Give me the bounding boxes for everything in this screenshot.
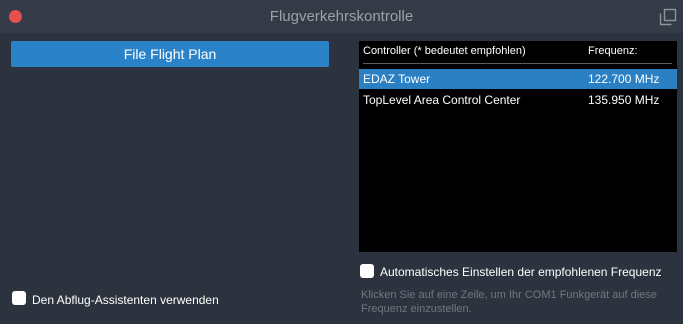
controller-row-toplevel-acc[interactable]: TopLevel Area Control Center 135.950 MHz — [359, 90, 677, 110]
controller-list[interactable]: Controller (* bedeutet empfohlen) Freque… — [359, 41, 677, 252]
help-text-line-2: Frequenz einzustellen. — [361, 303, 472, 315]
departure-assistant-checkbox[interactable] — [12, 291, 26, 305]
header-divider — [363, 63, 672, 64]
atc-window: Flugverkehrskontrolle File Flight Plan C… — [0, 0, 683, 324]
controller-frequency: 135.950 MHz — [588, 93, 660, 107]
auto-tune-checkbox[interactable] — [360, 264, 374, 278]
controller-name: EDAZ Tower — [363, 72, 431, 86]
auto-tune-label[interactable]: Automatisches Einstellen der empfohlenen… — [380, 265, 662, 279]
window-title: Flugverkehrskontrolle — [269, 8, 414, 25]
help-text: Klicken Sie auf eine Zeile, um Ihr COM1 … — [361, 288, 683, 316]
controller-row-edaz-tower[interactable]: EDAZ Tower 122.700 MHz — [359, 69, 677, 89]
title-bar: Flugverkehrskontrolle — [0, 0, 683, 33]
help-text-line-1: Klicken Sie auf eine Zeile, um Ihr COM1 … — [361, 289, 657, 301]
popout-window-icon[interactable] — [659, 8, 677, 26]
departure-assistant-label[interactable]: Den Abflug-Assistenten verwenden — [32, 293, 219, 307]
file-flight-plan-button[interactable]: File Flight Plan — [11, 41, 329, 67]
controller-name: TopLevel Area Control Center — [363, 93, 521, 107]
column-header-controller: Controller (* bedeutet empfohlen) — [363, 45, 526, 57]
column-header-frequency: Frequenz: — [588, 45, 638, 57]
controller-frequency: 122.700 MHz — [588, 72, 660, 86]
